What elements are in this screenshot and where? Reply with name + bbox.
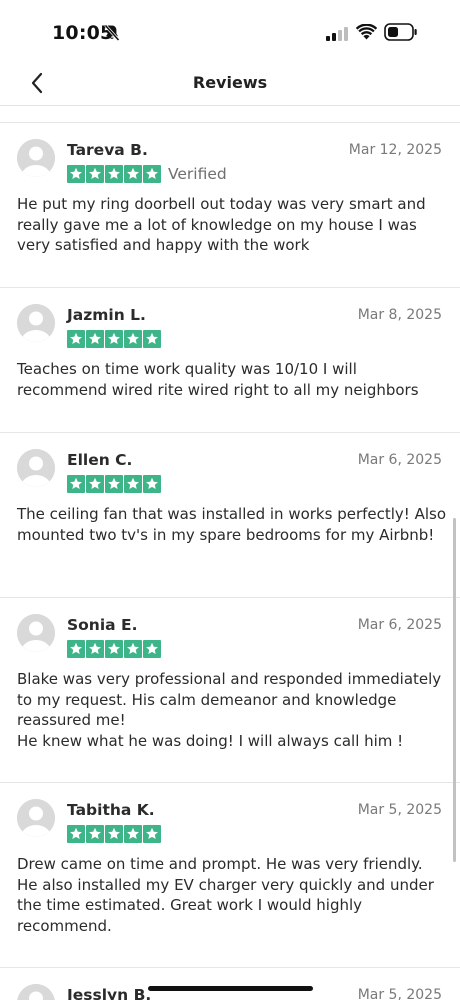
star-icon [143, 330, 161, 348]
reviewer-name: Sonia E. [67, 616, 138, 634]
cellular-signal-icon [326, 26, 348, 45]
star-icon [105, 165, 123, 183]
star-icon [143, 825, 161, 843]
avatar [17, 304, 55, 342]
star-icon [105, 330, 123, 348]
review-item: Sonia E. Mar 6, 2025 Blake was very profes… [0, 598, 460, 783]
review-date: Mar 5, 2025 [357, 802, 442, 818]
nav-header: Reviews [0, 62, 460, 106]
review-text: Blake was very professional and responde… [17, 670, 442, 750]
star-icon [86, 165, 104, 183]
star-icon [143, 475, 161, 493]
review-item: Tareva B. Mar 12, 2025 Verified He put my r… [0, 123, 460, 288]
star-rating [67, 639, 161, 659]
avatar [17, 139, 55, 177]
review-text: Teaches on time work quality was 10/10 I… [17, 360, 419, 399]
star-icon [105, 475, 123, 493]
star-icon [143, 640, 161, 658]
star-icon [67, 640, 85, 658]
star-icon [67, 165, 85, 183]
avatar [17, 799, 55, 837]
star-icon [86, 475, 104, 493]
reviewer-name: Tareva B. [67, 141, 148, 159]
star-icon [124, 640, 142, 658]
star-icon [124, 825, 142, 843]
star-rating [67, 329, 161, 349]
review-date: Mar 6, 2025 [357, 617, 442, 633]
star-icon [105, 825, 123, 843]
review-date: Mar 5, 2025 [357, 987, 442, 1000]
review-item: Ellen C. Mar 6, 2025 The ceiling fan that … [0, 433, 460, 598]
battery-icon [384, 23, 418, 45]
star-icon [124, 330, 142, 348]
review-date: Mar 6, 2025 [357, 452, 442, 468]
review-item: Jesslyn B. Mar 5, 2025 [0, 968, 460, 1000]
bell-slash-icon [104, 24, 120, 46]
star-icon [86, 825, 104, 843]
star-icon [86, 330, 104, 348]
reviewer-name: Jesslyn B. [67, 986, 152, 1000]
star-rating: Verified [67, 164, 227, 184]
review-item: Tabitha K. Mar 5, 2025 Drew came on time a… [0, 783, 460, 968]
review-date: Mar 8, 2025 [357, 307, 442, 323]
reviewer-name: Tabitha K. [67, 801, 155, 819]
star-icon [124, 475, 142, 493]
star-rating [67, 474, 161, 494]
review-date: Mar 12, 2025 [348, 142, 442, 158]
verified-badge: Verified [168, 165, 227, 183]
reviewer-name: Ellen C. [67, 451, 133, 469]
star-icon [67, 330, 85, 348]
star-icon [143, 165, 161, 183]
avatar [17, 984, 55, 1000]
status-bar: 10:05 [0, 0, 460, 62]
page-title: Reviews [192, 73, 268, 92]
star-icon [67, 825, 85, 843]
wifi-icon [355, 23, 378, 44]
star-icon [105, 640, 123, 658]
avatar [17, 614, 55, 652]
home-indicator[interactable] [148, 986, 313, 991]
scrollbar-thumb[interactable] [453, 518, 456, 862]
avatar [17, 449, 55, 487]
review-text: Drew came on time and prompt. He was ver… [17, 855, 434, 935]
review-text: The ceiling fan that was installed in wo… [17, 505, 447, 544]
review-item: Jazmin L. Mar 8, 2025 Teaches on time work… [0, 288, 460, 433]
star-icon [124, 165, 142, 183]
review-text: He put my ring doorbell out today was ve… [17, 195, 426, 254]
star-icon [86, 640, 104, 658]
star-rating [67, 824, 161, 844]
review-list[interactable]: Tareva B. Mar 12, 2025 Verified He put my r… [0, 123, 460, 1000]
star-icon [67, 475, 85, 493]
reviewer-name: Jazmin L. [67, 306, 146, 324]
